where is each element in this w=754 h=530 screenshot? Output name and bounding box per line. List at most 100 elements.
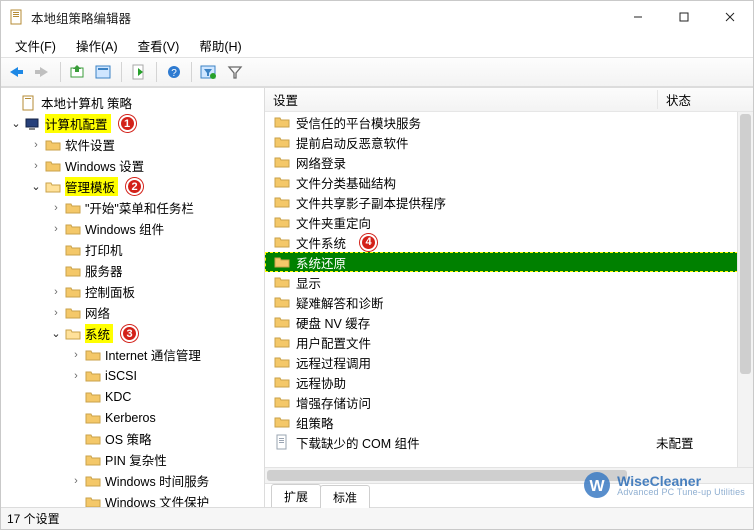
folder-icon: [85, 389, 101, 405]
chevron-down-icon[interactable]: ⌄: [9, 117, 23, 130]
chevron-icon: [69, 454, 83, 466]
chevron-right-icon[interactable]: ›: [69, 370, 83, 382]
list-item[interactable]: 文件夹重定向: [265, 212, 753, 232]
scrollbar-thumb[interactable]: [740, 114, 751, 374]
chevron-right-icon[interactable]: ›: [29, 160, 43, 172]
up-button[interactable]: [66, 60, 90, 84]
tree-windows-components[interactable]: ›Windows 组件: [1, 218, 264, 239]
tree-admin-templates[interactable]: ⌄ 管理模板 2: [1, 176, 264, 197]
tree-pin[interactable]: PIN 复杂性: [1, 449, 264, 470]
folder-icon: [274, 274, 290, 290]
list-item-label: 文件夹重定向: [296, 213, 371, 232]
forward-button[interactable]: [31, 60, 55, 84]
filter-button[interactable]: [223, 60, 247, 84]
export-button[interactable]: [127, 60, 151, 84]
list-item[interactable]: 远程协助: [265, 372, 753, 392]
menu-file[interactable]: 文件(F): [7, 34, 64, 57]
tree-windows-settings[interactable]: › Windows 设置: [1, 155, 264, 176]
list-item-label: 系统还原: [296, 253, 346, 272]
tree-kerberos[interactable]: Kerberos: [1, 407, 264, 428]
list-item[interactable]: 下载缺少的 COM 组件未配置: [265, 432, 753, 452]
chevron-right-icon[interactable]: ›: [69, 475, 83, 487]
folder-icon: [85, 452, 101, 468]
tree-label: 管理模板: [65, 177, 118, 196]
chevron-icon: [69, 433, 83, 445]
chevron-right-icon[interactable]: ›: [49, 307, 63, 319]
filter-options-button[interactable]: [197, 60, 221, 84]
horizontal-scrollbar[interactable]: [265, 467, 753, 483]
scrollbar-thumb[interactable]: [267, 470, 627, 481]
close-button[interactable]: [707, 1, 753, 33]
folder-icon: [274, 394, 290, 410]
tree-wfp[interactable]: Windows 文件保护: [1, 491, 264, 507]
tree-server[interactable]: 服务器: [1, 260, 264, 281]
chevron-right-icon[interactable]: ›: [49, 202, 63, 214]
tree-network[interactable]: ›网络: [1, 302, 264, 323]
chevron-down-icon[interactable]: ⌄: [29, 180, 43, 193]
chevron-icon: [69, 412, 83, 424]
app-icon: [9, 9, 25, 25]
list-item-label: 受信任的平台模块服务: [296, 113, 421, 132]
tree-label: 打印机: [85, 240, 123, 259]
tree-label: 服务器: [85, 261, 123, 280]
tab-extended[interactable]: 扩展: [271, 484, 321, 507]
tree-iscsi[interactable]: ›iSCSI: [1, 365, 264, 386]
list-item[interactable]: 组策略: [265, 412, 753, 432]
menu-help[interactable]: 帮助(H): [191, 34, 249, 57]
menu-action[interactable]: 操作(A): [68, 34, 126, 57]
tree-control-panel[interactable]: ›控制面板: [1, 281, 264, 302]
tab-standard[interactable]: 标准: [320, 485, 370, 508]
tree-label: Internet 通信管理: [105, 345, 201, 364]
list-item[interactable]: 增强存储访问: [265, 392, 753, 412]
chevron-down-icon[interactable]: ⌄: [49, 327, 63, 340]
tree-startmenu[interactable]: ›"开始"菜单和任务栏: [1, 197, 264, 218]
tree-pane[interactable]: 本地计算机 策略 ⌄ 计算机配置 1 › 软件设置 › Windows 设置 ⌄: [1, 88, 265, 507]
tree-internet-comm[interactable]: › Internet 通信管理: [1, 344, 264, 365]
vertical-scrollbar[interactable]: [737, 112, 753, 467]
minimize-button[interactable]: [615, 1, 661, 33]
list-item[interactable]: 用户配置文件: [265, 332, 753, 352]
tree-wintime[interactable]: ›Windows 时间服务: [1, 470, 264, 491]
col-setting[interactable]: 设置: [273, 90, 657, 109]
tree-system[interactable]: ⌄ 系统 3: [1, 323, 264, 344]
options-button[interactable]: [92, 60, 116, 84]
chevron-right-icon[interactable]: ›: [49, 223, 63, 235]
tree-label: 系统: [85, 324, 113, 343]
list-item[interactable]: 显示: [265, 272, 753, 292]
list-item-label: 网络登录: [296, 153, 346, 172]
folder-icon: [274, 134, 290, 150]
toolbar-sep: [156, 62, 157, 82]
list-item[interactable]: 文件系统4: [265, 232, 753, 252]
list-body[interactable]: 受信任的平台模块服务提前启动反恶意软件网络登录文件分类基础结构文件共享影子副本提…: [265, 112, 753, 467]
menu-view[interactable]: 查看(V): [130, 34, 188, 57]
list-pane: 设置 状态 受信任的平台模块服务提前启动反恶意软件网络登录文件分类基础结构文件共…: [265, 88, 753, 507]
list-item[interactable]: 文件分类基础结构: [265, 172, 753, 192]
folder-icon: [274, 154, 290, 170]
tree-label: Windows 文件保护: [105, 492, 209, 507]
tree-label: 计算机配置: [45, 114, 111, 133]
tree-os-policy[interactable]: OS 策略: [1, 428, 264, 449]
list-item[interactable]: 疑难解答和诊断: [265, 292, 753, 312]
list-item[interactable]: 网络登录: [265, 152, 753, 172]
tree-software-settings[interactable]: › 软件设置: [1, 134, 264, 155]
tree-computer-config[interactable]: ⌄ 计算机配置 1: [1, 113, 264, 134]
maximize-button[interactable]: [661, 1, 707, 33]
chevron-right-icon[interactable]: ›: [69, 349, 83, 361]
chevron-right-icon[interactable]: ›: [29, 139, 43, 151]
list-item[interactable]: 硬盘 NV 缓存: [265, 312, 753, 332]
list-item[interactable]: 系统还原: [265, 252, 753, 272]
tree-label: OS 策略: [105, 429, 152, 448]
back-button[interactable]: [5, 60, 29, 84]
tree-root[interactable]: 本地计算机 策略: [1, 92, 264, 113]
col-state[interactable]: 状态: [657, 90, 753, 109]
list-item-state: 未配置: [656, 433, 744, 452]
list-item[interactable]: 受信任的平台模块服务: [265, 112, 753, 132]
tree-printers[interactable]: 打印机: [1, 239, 264, 260]
list-item[interactable]: 提前启动反恶意软件: [265, 132, 753, 152]
folder-icon: [85, 494, 101, 508]
chevron-right-icon[interactable]: ›: [49, 286, 63, 298]
tree-kdc[interactable]: KDC: [1, 386, 264, 407]
list-item[interactable]: 远程过程调用: [265, 352, 753, 372]
help-button[interactable]: ?: [162, 60, 186, 84]
list-item[interactable]: 文件共享影子副本提供程序: [265, 192, 753, 212]
